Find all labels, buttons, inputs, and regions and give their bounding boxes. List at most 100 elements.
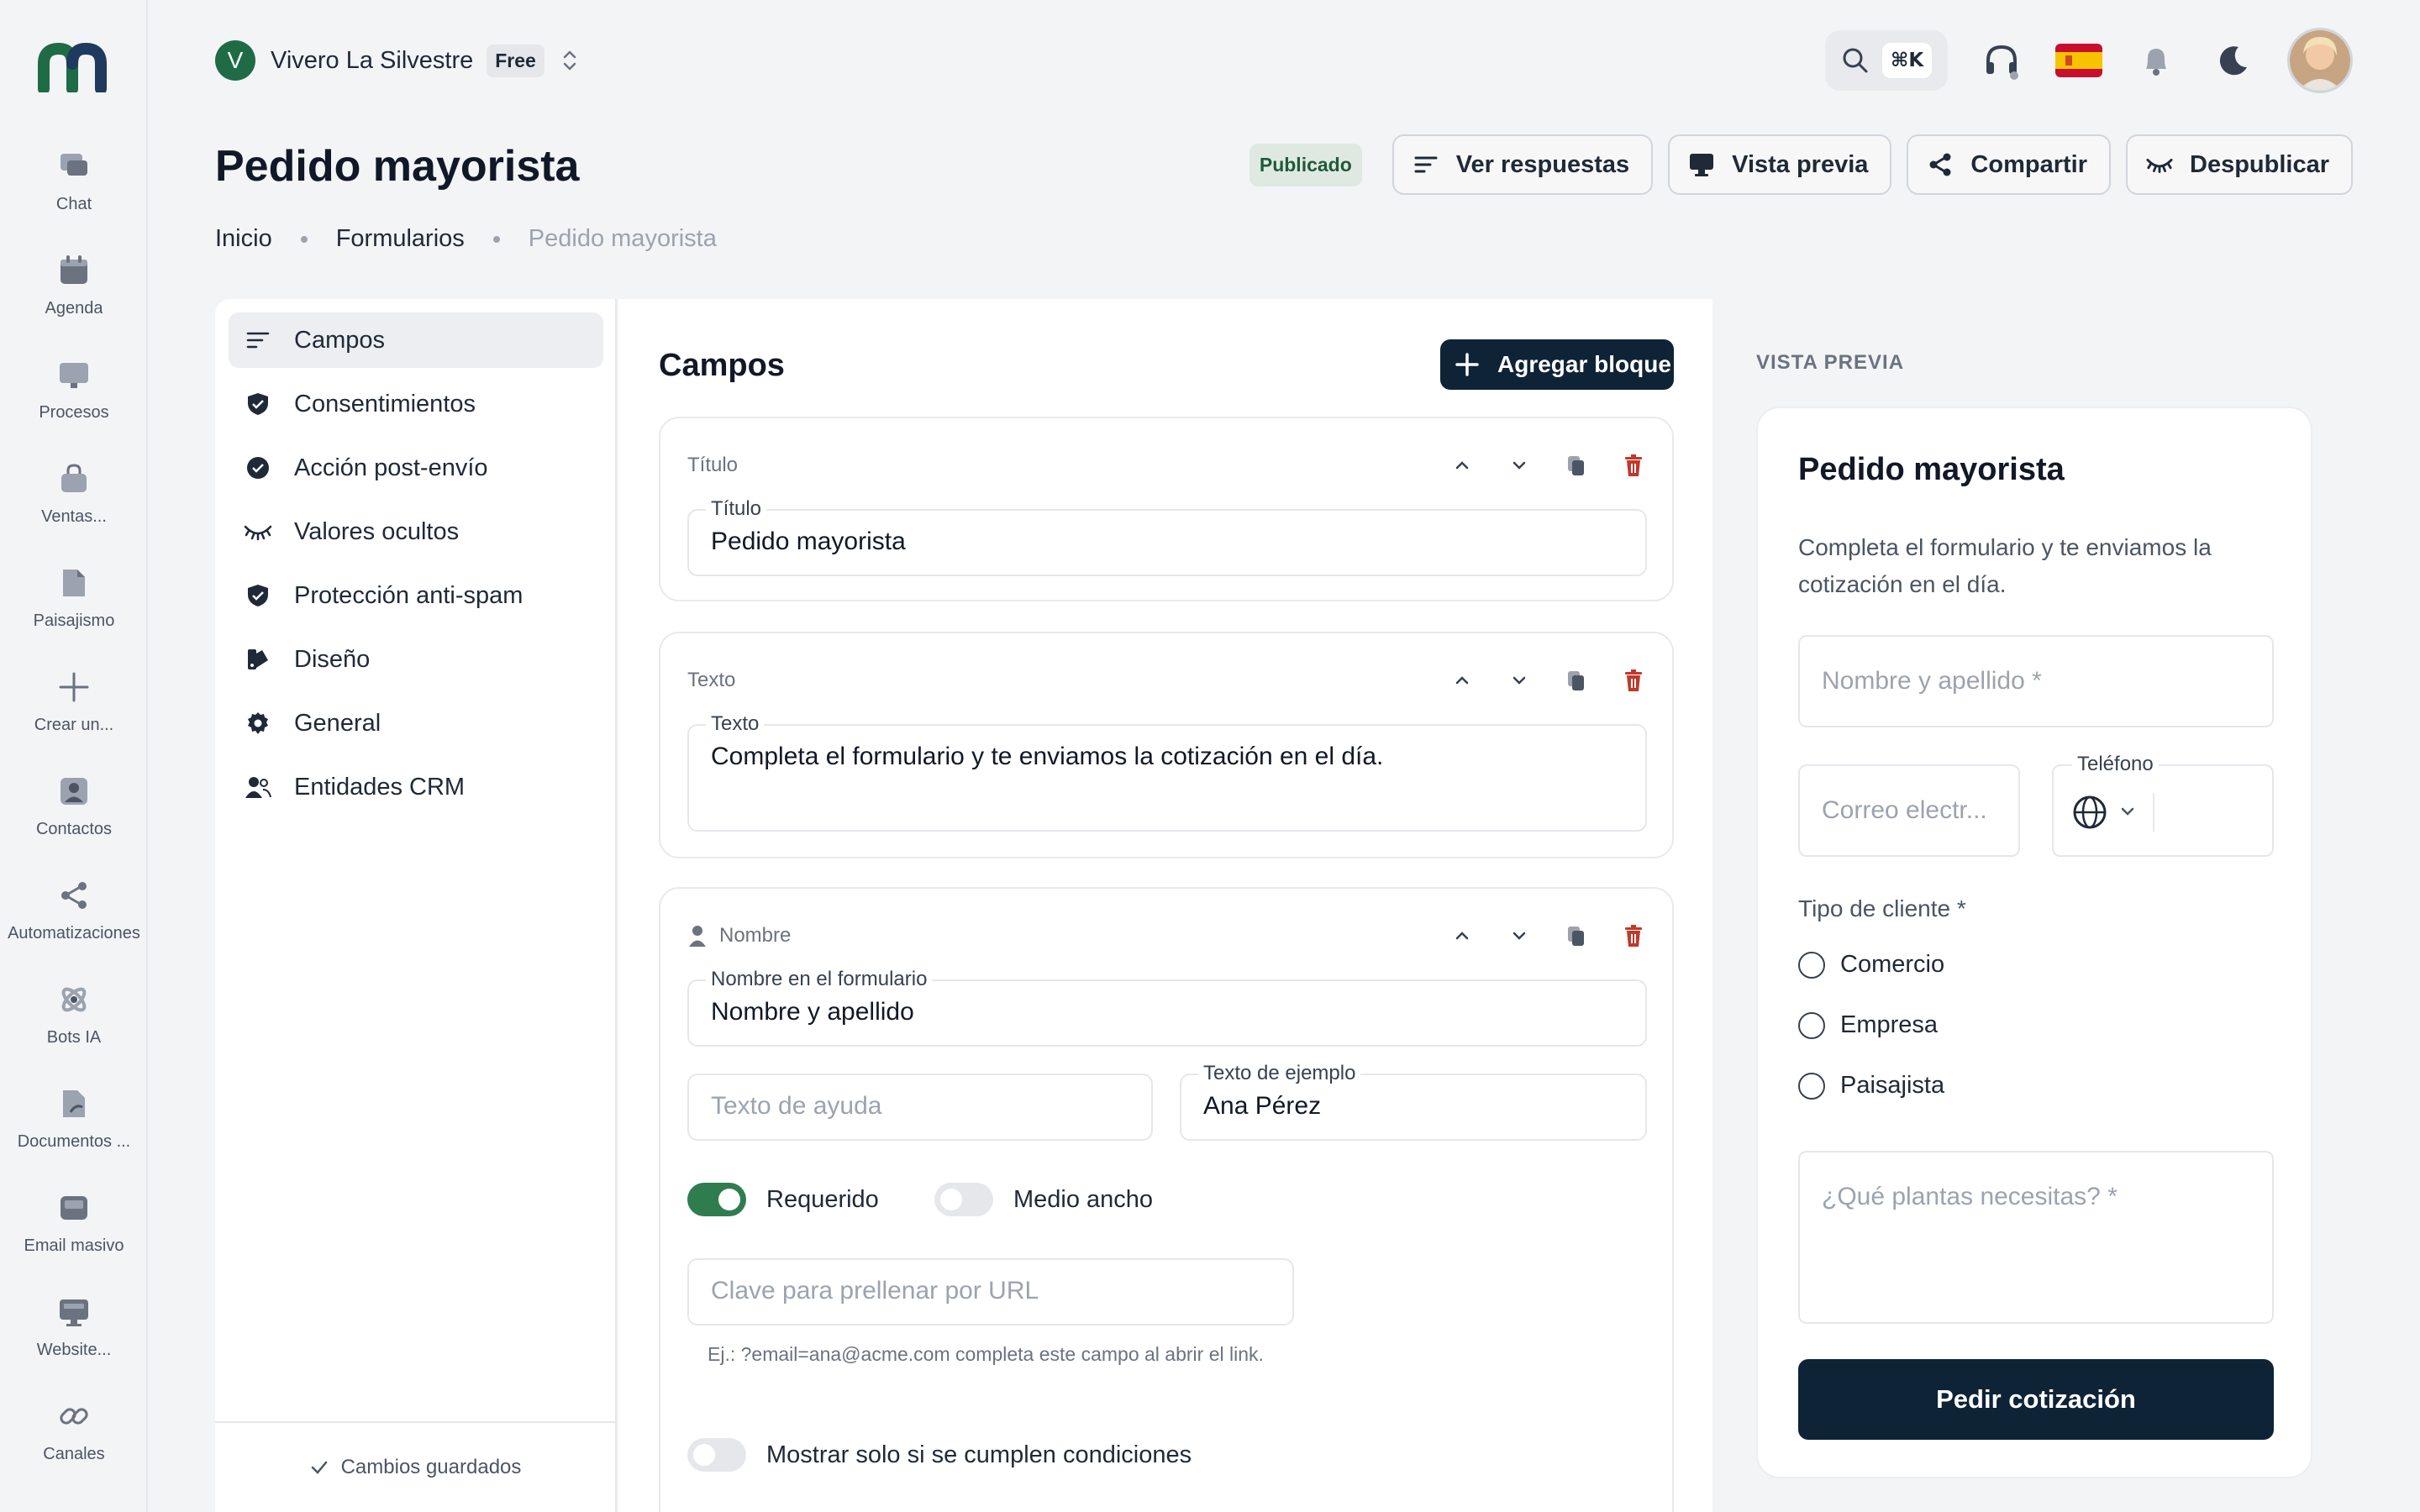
duplicate-button[interactable] <box>1560 664 1593 697</box>
rail-label: Automatizaciones <box>8 924 140 942</box>
search-button[interactable]: ⌘K <box>1825 30 1948 91</box>
move-down-button[interactable] <box>1502 449 1536 482</box>
eye-closed-icon <box>244 517 272 546</box>
rail-item-canales[interactable]: Canales <box>0 1398 148 1490</box>
preview-button[interactable]: Vista previa <box>1668 134 1892 195</box>
settings-nav-hidden-values[interactable]: Valores ocultos <box>229 504 603 559</box>
rail-item-contactos[interactable]: Contactos <box>0 773 148 865</box>
move-up-button[interactable] <box>1445 449 1479 482</box>
required-toggle[interactable] <box>687 1183 746 1216</box>
conditions-label: Mostrar solo si se cumplen condiciones <box>766 1441 1192 1468</box>
settings-nav-design[interactable]: Diseño <box>229 632 603 687</box>
settings-nav-label: Diseño <box>294 645 371 673</box>
rail-item-email[interactable]: Email masivo <box>0 1189 148 1282</box>
radio-label: Paisajista <box>1840 1072 1945 1099</box>
add-block-button[interactable]: Agregar bloque <box>1440 339 1674 390</box>
settings-nav-post-submit[interactable]: Acción post-envío <box>229 440 603 496</box>
chevron-updown-icon <box>560 45 580 76</box>
chevron-down-icon <box>2119 803 2136 820</box>
preview-radio-comercio[interactable]: Comercio <box>1798 951 1944 979</box>
share-button[interactable]: Compartir <box>1907 134 2111 195</box>
delete-button[interactable] <box>1617 919 1650 953</box>
rail-item-agenda[interactable]: Agenda <box>0 252 148 344</box>
rail-label: Canales <box>43 1445 105 1463</box>
move-up-button[interactable] <box>1445 919 1479 953</box>
preview-name-input[interactable]: Nombre y apellido * <box>1798 635 2274 727</box>
app-logo[interactable] <box>37 42 108 92</box>
headset-icon[interactable] <box>1978 37 2025 84</box>
radio-circle <box>1798 951 1825 979</box>
example-text-field[interactable]: Texto de ejemplo Ana Pérez <box>1180 1062 1647 1141</box>
spain-flag-icon[interactable] <box>2055 44 2102 77</box>
duplicate-button[interactable] <box>1560 449 1593 482</box>
preview-radio-paisajista[interactable]: Paisajista <box>1798 1072 1944 1100</box>
settings-nav-consentimientos[interactable]: Consentimientos <box>229 376 603 432</box>
half-width-toggle[interactable] <box>934 1183 993 1216</box>
url-key-input[interactable]: Clave para prellenar por URL <box>687 1258 1294 1326</box>
bag-icon <box>55 460 92 497</box>
rail-item-crear[interactable]: Crear un... <box>0 669 148 761</box>
workspace-switcher[interactable]: V Vivero La Silvestre Free <box>215 40 580 81</box>
rail-item-paisajismo[interactable]: Paisajismo <box>0 564 148 657</box>
rail-item-chat[interactable]: Chat <box>0 148 148 240</box>
settings-nav-label: General <box>294 709 381 737</box>
chevron-down-icon <box>1512 932 1526 940</box>
preview-submit-button[interactable]: Pedir cotización <box>1798 1359 2274 1440</box>
rail-item-ventas[interactable]: Ventas... <box>0 460 148 553</box>
rail-item-bots[interactable]: Bots IA <box>0 981 148 1074</box>
form-label-field[interactable]: Nombre en el formulario Nombre y apellid… <box>687 968 1647 1047</box>
unpublish-button[interactable]: Despublicar <box>2126 134 2353 195</box>
toggle-knob <box>718 1189 740 1210</box>
shield-check-icon <box>244 390 272 418</box>
rail-item-documentos[interactable]: Documentos ... <box>0 1085 148 1178</box>
person-icon <box>687 924 708 948</box>
preview-plants-textarea[interactable]: ¿Qué plantas necesitas? * <box>1798 1151 2274 1324</box>
rail-item-automatizaciones[interactable]: Automatizaciones <box>0 877 148 969</box>
rail-label: Agenda <box>45 299 103 318</box>
breadcrumb-forms[interactable]: Formularios <box>336 225 465 253</box>
settings-nav-campos[interactable]: Campos <box>229 312 603 368</box>
conditions-toggle[interactable] <box>687 1438 746 1472</box>
settings-nav-crm[interactable]: Entidades CRM <box>229 759 603 815</box>
radio-label: Empresa <box>1840 1011 1939 1038</box>
block-type-label: Título <box>687 454 739 476</box>
settings-nav-anti-spam[interactable]: Protección anti-spam <box>229 568 603 623</box>
check-circle-icon <box>244 454 272 482</box>
duplicate-button[interactable] <box>1560 919 1593 953</box>
globe-icon[interactable] <box>2072 795 2107 830</box>
help-text-input[interactable]: Texto de ayuda <box>687 1074 1153 1141</box>
move-down-button[interactable] <box>1502 664 1536 697</box>
breadcrumb-home[interactable]: Inicio <box>215 225 272 253</box>
trash-icon <box>1625 669 1642 691</box>
view-responses-button[interactable]: Ver respuestas <box>1392 134 1654 195</box>
rail-item-website[interactable]: Website... <box>0 1294 148 1386</box>
title-field[interactable]: Título Pedido mayorista <box>687 497 1647 576</box>
moon-icon[interactable] <box>2210 37 2257 84</box>
help-text-placeholder: Texto de ayuda <box>711 1092 882 1120</box>
contact-icon <box>55 773 92 810</box>
settings-nav-general[interactable]: General <box>229 696 603 751</box>
gear-icon <box>244 709 272 738</box>
bell-icon[interactable] <box>2133 37 2180 84</box>
preview-email-input[interactable]: Correo electr... <box>1798 764 2020 857</box>
text-field-value: Completa el formulario y te enviamos la … <box>711 743 1384 770</box>
fields-editor: Campos Agregar bloque Título Título Pedi… <box>618 299 1712 1512</box>
breadcrumb-current: Pedido mayorista <box>528 225 717 252</box>
text-field[interactable]: Texto Completa el formulario y te enviam… <box>687 712 1647 832</box>
preview-radio-empresa[interactable]: Empresa <box>1798 1011 1938 1039</box>
plan-badge: Free <box>487 44 544 77</box>
block-type-label: Nombre <box>719 924 792 947</box>
preview-phone-input[interactable]: Teléfono <box>2052 753 2274 857</box>
settings-nav-label: Entidades CRM <box>294 773 466 801</box>
user-avatar[interactable] <box>2287 28 2353 93</box>
rail-item-procesos[interactable]: Procesos <box>0 356 148 449</box>
board-icon <box>55 356 92 393</box>
workspace-avatar: V <box>215 40 255 81</box>
delete-button[interactable] <box>1617 449 1650 482</box>
move-down-button[interactable] <box>1502 919 1536 953</box>
block-tools <box>1422 449 1650 482</box>
header-actions: Publicado Ver respuestas Vista previa Co… <box>1249 134 2353 195</box>
delete-button[interactable] <box>1617 664 1650 697</box>
workspace-name: Vivero La Silvestre <box>271 46 474 74</box>
move-up-button[interactable] <box>1445 664 1479 697</box>
